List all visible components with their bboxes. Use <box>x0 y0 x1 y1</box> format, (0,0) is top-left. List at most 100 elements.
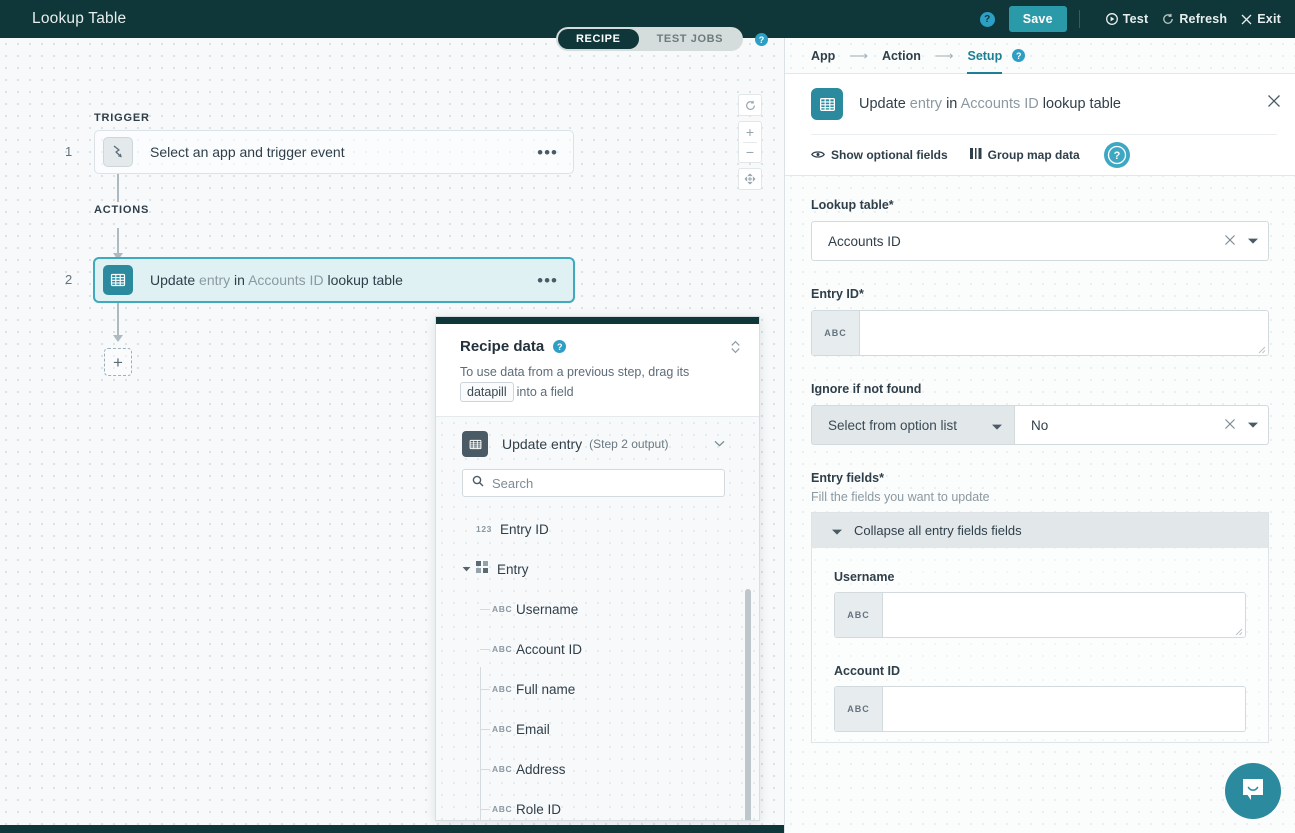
step-config-title: Update entry in Accounts ID lookup table <box>859 96 1121 112</box>
chevron-down-icon[interactable] <box>1248 236 1258 246</box>
action-label-dim1: entry <box>199 272 230 288</box>
chevron-down-icon[interactable] <box>1248 420 1258 430</box>
lookup-table-icon <box>103 265 133 295</box>
title-part3: lookup table <box>1039 96 1121 112</box>
refresh-label: Refresh <box>1179 12 1227 26</box>
toolbar-help-icon[interactable]: ? <box>1104 142 1130 168</box>
tab-setup[interactable]: Setup <box>967 38 1002 74</box>
resize-grip-icon[interactable] <box>1257 345 1266 354</box>
add-step-button[interactable]: + <box>104 348 132 376</box>
recipe-canvas: TRIGGER 1 Select an app and trigger even… <box>0 38 784 825</box>
chevron-down-icon[interactable] <box>714 438 725 450</box>
datapill-account-id[interactable]: ABC Account ID <box>462 629 759 669</box>
tab-recipe[interactable]: RECIPE <box>558 29 639 49</box>
datapill-chip[interactable]: datapill <box>460 382 514 402</box>
ignore-value-select[interactable]: No <box>1015 405 1269 445</box>
username-input[interactable] <box>883 593 1245 637</box>
username-type-tag: ABC <box>835 593 883 637</box>
svg-text:?: ? <box>1113 150 1120 162</box>
clear-x-icon[interactable] <box>1224 417 1236 433</box>
collapse-all-label: Collapse all entry fields fields <box>854 523 1022 538</box>
ignore-mode-select[interactable]: Select from option list <box>811 405 1015 445</box>
trigger-bolt-icon <box>103 137 133 167</box>
field-type-tag: 123 <box>476 524 500 534</box>
field-name: Email <box>516 722 550 737</box>
trigger-step-card[interactable]: Select an app and trigger event ••• <box>94 130 574 174</box>
group-map-data-button[interactable]: Group map data <box>970 148 1080 162</box>
save-button[interactable]: Save <box>1009 6 1067 32</box>
form-spacer <box>811 356 1269 382</box>
recipe-data-title: Recipe data <box>460 338 544 355</box>
required-marker: * <box>879 471 884 485</box>
action-label-part1: Update <box>150 272 199 288</box>
account-id-field-label: Account ID <box>834 664 1246 678</box>
datapill-role-id[interactable]: ABC Role ID <box>462 789 759 820</box>
fit-to-screen-icon <box>738 169 762 189</box>
help-circle-icon[interactable]: ? <box>980 12 995 27</box>
username-input-wrapper[interactable]: ABC <box>834 592 1246 638</box>
test-button[interactable]: Test <box>1106 12 1149 26</box>
exit-label: Exit <box>1257 12 1281 26</box>
resize-grip-icon[interactable] <box>1234 627 1243 636</box>
entry-id-input[interactable] <box>860 311 1268 355</box>
mode-tabs-help-icon[interactable]: ? <box>755 33 768 46</box>
account-id-input[interactable] <box>883 687 1245 731</box>
lookup-table-icon <box>811 88 843 120</box>
datapill-entry-group[interactable]: Entry <box>462 549 759 589</box>
close-panel-button[interactable] <box>1267 94 1281 111</box>
action-step-card[interactable]: Update entry in Accounts ID lookup table… <box>94 258 574 302</box>
refresh-icon <box>1162 13 1174 25</box>
zoom-out-button[interactable]: − <box>738 142 762 162</box>
show-optional-fields-button[interactable]: Show optional fields <box>811 148 948 162</box>
recipe-data-step-selector[interactable]: Update entry (Step 2 output) <box>436 417 759 467</box>
canvas-reset-button[interactable] <box>738 94 762 116</box>
app-title: Lookup Table <box>32 10 126 28</box>
connector-line-3 <box>117 303 119 337</box>
recipe-data-collapse-toggle[interactable] <box>730 340 741 354</box>
tab-test-jobs[interactable]: TEST JOBS <box>639 29 742 49</box>
title-part2: in <box>942 96 961 112</box>
refresh-button[interactable]: Refresh <box>1162 12 1227 26</box>
ignore-if-not-found-row: Select from option list No <box>811 405 1269 445</box>
field-type-tag: ABC <box>492 604 516 614</box>
lookup-table-select[interactable]: Accounts ID <box>811 221 1269 261</box>
zoom-in-button[interactable]: + <box>738 122 762 142</box>
action-step-menu[interactable]: ••• <box>537 272 558 289</box>
tab-action[interactable]: Action <box>882 38 921 74</box>
intercom-chat-button[interactable] <box>1225 763 1281 819</box>
canvas-zoom-controls: + − <box>738 121 762 163</box>
ignore-value: No <box>1031 418 1224 433</box>
recipe-data-help-icon[interactable]: ? <box>553 340 566 353</box>
entry-id-input-wrapper[interactable]: ABC <box>811 310 1269 356</box>
mode-tabs: RECIPE TEST JOBS <box>556 27 743 51</box>
field-name: Role ID <box>516 802 561 817</box>
top-header-actions: ? Save Test Refresh Exit <box>980 0 1281 38</box>
recipe-data-search-input[interactable]: Search <box>462 469 725 497</box>
field-name: Address <box>516 762 566 777</box>
account-id-type-tag: ABC <box>835 687 883 731</box>
tab-app[interactable]: App <box>811 38 835 74</box>
field-type-tag: ABC <box>492 724 516 734</box>
required-marker: * <box>859 287 864 301</box>
actions-section-label: ACTIONS <box>94 204 149 216</box>
step-config-header: Update entry in Accounts ID lookup table… <box>785 74 1295 176</box>
setup-help-icon[interactable]: ? <box>1012 49 1025 62</box>
collapse-all-entry-fields-button[interactable]: Collapse all entry fields fields <box>811 512 1269 548</box>
step-config-panel: App ⟶ Action ⟶ Setup ? Update entry in A… <box>784 38 1295 833</box>
datapill-full-name[interactable]: ABC Full name <box>462 669 759 709</box>
recipe-data-desc-part1: To use data from a previous step, drag i… <box>460 365 689 379</box>
caret-down-icon[interactable] <box>462 565 474 574</box>
datapill-username[interactable]: ABC Username <box>462 589 759 629</box>
account-id-input-wrapper[interactable]: ABC <box>834 686 1246 732</box>
clear-x-icon[interactable] <box>1224 233 1236 249</box>
title-part1: Update <box>859 96 910 112</box>
datapill-address[interactable]: ABC Address <box>462 749 759 789</box>
field-name: Entry ID <box>500 522 549 537</box>
toolbar-divider <box>1079 10 1080 28</box>
canvas-fit-button[interactable] <box>738 168 762 190</box>
trigger-step-menu[interactable]: ••• <box>537 144 558 161</box>
datapill-email[interactable]: ABC Email <box>462 709 759 749</box>
exit-button[interactable]: Exit <box>1241 12 1281 26</box>
recipe-data-scrollbar[interactable] <box>745 589 751 820</box>
datapill-entry-id[interactable]: 123 Entry ID <box>462 509 759 549</box>
